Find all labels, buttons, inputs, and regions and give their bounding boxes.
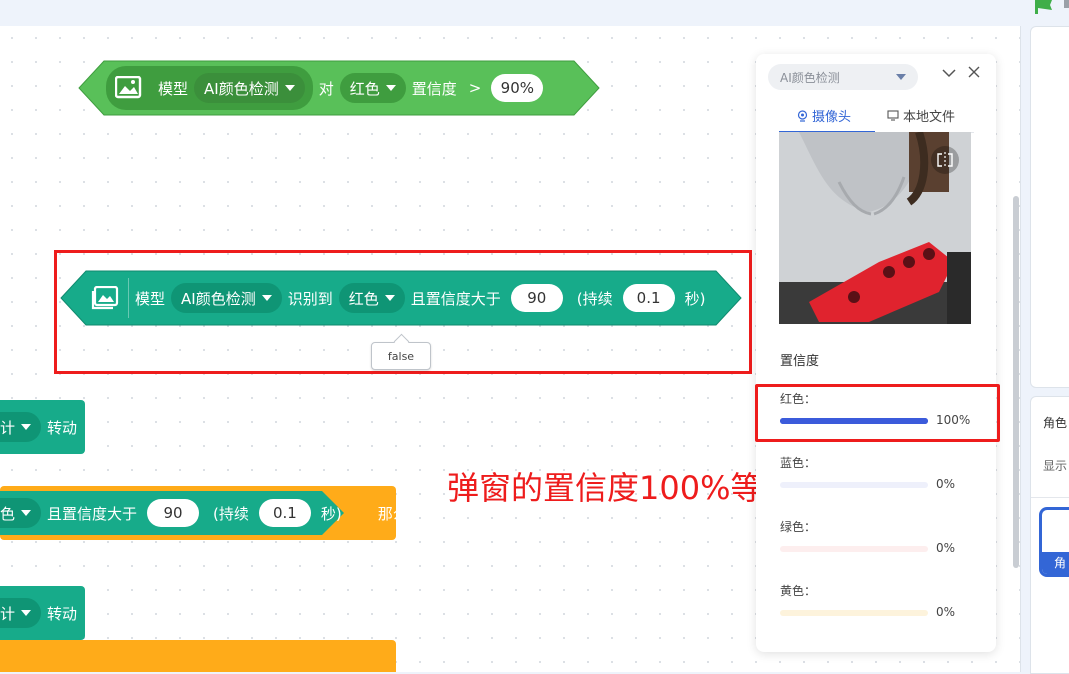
confidence-title: 置信度 bbox=[780, 354, 820, 369]
sprite-panel: 角色 显示 角 bbox=[1030, 396, 1069, 674]
confidence-bar bbox=[780, 482, 928, 488]
direction-dropdown[interactable]: 计 bbox=[0, 412, 42, 442]
confidence-row: 黄色： 0% bbox=[780, 582, 980, 622]
chevron-down-icon bbox=[284, 85, 295, 91]
model-select[interactable]: AI颜色检测 bbox=[768, 64, 918, 90]
rotate-block-partial[interactable]: 计 转动 bbox=[0, 400, 85, 454]
chevron-down-icon bbox=[21, 424, 32, 430]
green-flag-icon-shape[interactable] bbox=[1036, 0, 1052, 12]
collapse-icon[interactable] bbox=[942, 68, 956, 78]
duration-input[interactable]: 0.1 bbox=[258, 499, 311, 527]
threshold-input[interactable]: 90 bbox=[147, 499, 200, 527]
confidence-row: 绿色： 0% bbox=[780, 518, 980, 558]
chevron-down-icon bbox=[21, 510, 32, 516]
highlight-box-confidence bbox=[755, 384, 1000, 442]
duration-open-label: (持续 bbox=[213, 504, 249, 523]
model-dropdown[interactable]: AI颜色检测 bbox=[194, 73, 305, 103]
confidence-color-label: 绿色： bbox=[780, 520, 817, 534]
image-recognition-icon bbox=[106, 68, 152, 108]
control-block-partial[interactable] bbox=[0, 640, 396, 672]
role-label: 角色 bbox=[1043, 416, 1068, 430]
divider bbox=[1031, 497, 1069, 498]
sprite-thumbnail[interactable]: 角 bbox=[1039, 507, 1069, 577]
chevron-down-icon bbox=[896, 74, 906, 80]
top-toolbar bbox=[0, 0, 1069, 26]
to-label: 对 bbox=[318, 79, 334, 98]
chevron-down-icon bbox=[21, 610, 32, 616]
tab-local-file[interactable]: 本地文件 bbox=[887, 106, 955, 125]
show-label: 显示 bbox=[1043, 459, 1068, 473]
rotate-label: 转动 bbox=[47, 604, 78, 623]
confidence-color-label: 黄色： bbox=[780, 584, 817, 598]
confidence-bar bbox=[780, 610, 928, 616]
if-then-block-partial[interactable]: 色 且置信度大于 90 (持续 0.1 秒) 那么 bbox=[0, 486, 408, 540]
threshold-input[interactable]: 90% bbox=[491, 74, 544, 102]
monitor-icon bbox=[887, 110, 899, 121]
stage-panel bbox=[1030, 26, 1069, 388]
model-label: 模型 bbox=[158, 79, 189, 98]
workspace-scrollbar[interactable] bbox=[1013, 196, 1019, 568]
source-tabs: 摄像头 本地文件 bbox=[779, 100, 974, 134]
right-panel: 角色 显示 角 bbox=[1029, 26, 1069, 674]
confidence-value: 0% bbox=[936, 477, 956, 491]
confidence-value: 0% bbox=[936, 605, 956, 619]
sprite-label: 角 bbox=[1042, 552, 1069, 574]
confidence-label: 置信度 bbox=[411, 79, 457, 98]
ai-detection-popup: AI颜色检测 摄像头 本地文件 置信度 红色： 100% 蓝色： 0% 绿色： … bbox=[756, 54, 996, 652]
confidence-greater-label: 且置信度大于 bbox=[47, 504, 138, 523]
rotate-block-partial[interactable]: 计 转动 bbox=[0, 586, 85, 640]
ai-model-reporter[interactable]: 模型 AI颜色检测 bbox=[106, 66, 313, 110]
confidence-color-label: 蓝色： bbox=[780, 456, 817, 470]
direction-dropdown[interactable]: 计 bbox=[0, 598, 42, 628]
block-result-tooltip: false bbox=[371, 342, 431, 370]
confidence-value: 0% bbox=[936, 541, 956, 555]
color-confidence-compare-block[interactable]: 模型 AI颜色检测 对 红色 置信度 > 90% bbox=[78, 60, 600, 116]
rotate-label: 转动 bbox=[47, 418, 78, 437]
duration-close-label: 秒) bbox=[320, 504, 342, 523]
confidence-row: 蓝色： 0% bbox=[780, 454, 980, 494]
confidence-bar bbox=[780, 546, 928, 552]
mirror-icon[interactable] bbox=[931, 146, 959, 174]
greater-than-label: > bbox=[468, 79, 482, 97]
tab-camera[interactable]: 摄像头 bbox=[797, 106, 851, 125]
stop-icon[interactable] bbox=[1064, 0, 1069, 8]
chevron-down-icon bbox=[385, 85, 396, 91]
camera-preview bbox=[779, 132, 971, 324]
camera-icon bbox=[797, 109, 808, 122]
color-dropdown[interactable]: 色 bbox=[0, 498, 42, 528]
color-dropdown[interactable]: 红色 bbox=[339, 73, 406, 103]
then-label: 那么 bbox=[377, 504, 408, 523]
close-icon[interactable] bbox=[968, 66, 980, 78]
